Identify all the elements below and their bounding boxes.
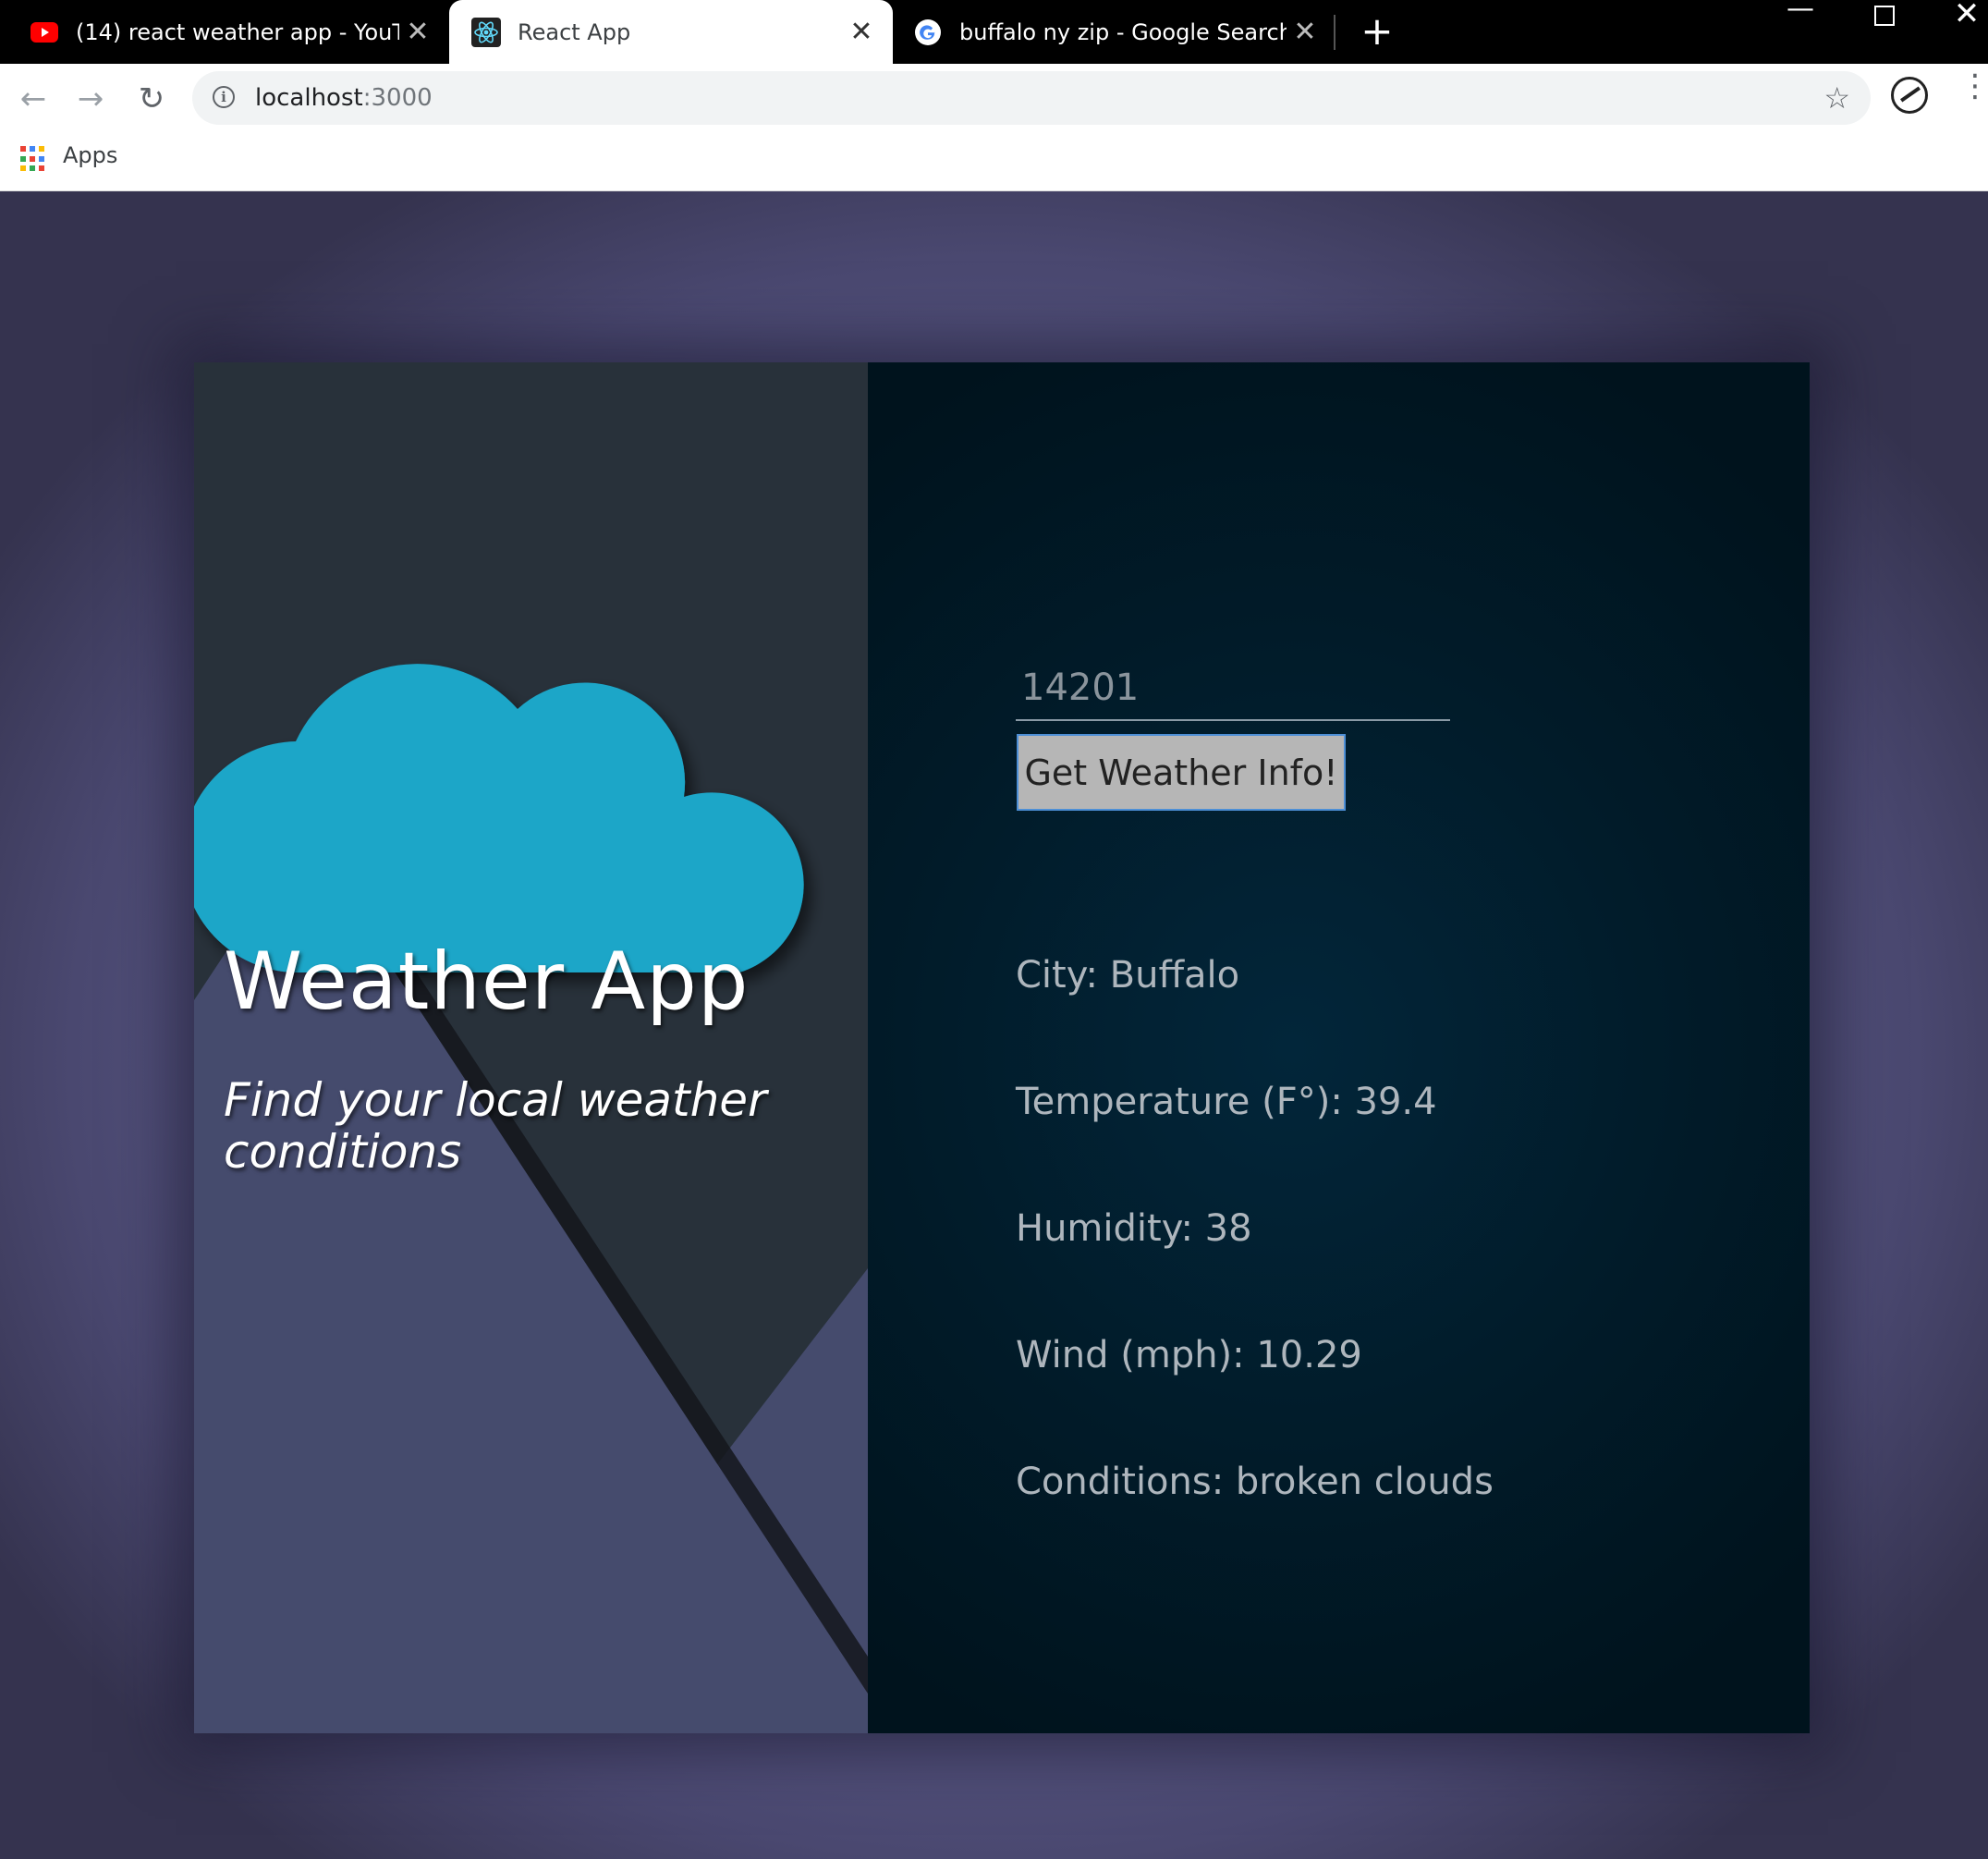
google-icon: [913, 18, 943, 47]
zip-code-input[interactable]: [1016, 656, 1450, 721]
close-icon[interactable]: ✕: [399, 16, 436, 48]
bookmark-star-icon[interactable]: ☆: [1823, 80, 1850, 116]
get-weather-button[interactable]: Get Weather Info!: [1017, 734, 1346, 811]
temperature-text: Temperature (F°): 39.4: [1016, 1081, 1437, 1123]
cloud-icon: [194, 664, 804, 973]
maximize-icon[interactable]: [1856, 0, 1911, 31]
form-panel: Get Weather Info! City: Buffalo Temperat…: [868, 362, 1810, 1733]
kebab-menu-icon[interactable]: ⋮: [1959, 70, 1988, 102]
tab-title: (14) react weather app - YouTube: [76, 18, 399, 45]
tab-bar: (14) react weather app - YouTube ✕ React…: [0, 0, 1988, 64]
url-port: :3000: [362, 84, 433, 112]
close-icon[interactable]: ✕: [1287, 16, 1323, 48]
new-tab-button[interactable]: +: [1359, 11, 1396, 52]
youtube-icon: [30, 18, 59, 47]
window-close-icon[interactable]: ✕: [1939, 0, 1988, 31]
tab-youtube[interactable]: (14) react weather app - YouTube ✕: [0, 0, 449, 64]
url-host: localhost: [255, 84, 363, 112]
browser-toolbar: ← → ↻ i localhost:3000 ☆ ⋮: [0, 64, 1988, 135]
react-icon: [471, 17, 501, 47]
tab-title: buffalo ny zip - Google Search: [959, 18, 1287, 45]
address-bar[interactable]: i localhost:3000 ☆: [192, 71, 1871, 125]
title-panel: Weather App Find your local weather cond…: [194, 362, 868, 1733]
close-icon[interactable]: ✕: [843, 16, 880, 48]
wind-text: Wind (mph): 10.29: [1016, 1334, 1362, 1376]
profile-avatar-icon[interactable]: [1891, 77, 1928, 114]
apps-bookmark[interactable]: Apps: [63, 142, 117, 168]
page-viewport: Weather App Find your local weather cond…: [0, 191, 1988, 1859]
tab-separator: [1334, 15, 1335, 50]
back-arrow-icon[interactable]: ←: [13, 79, 54, 119]
conditions-text: Conditions: broken clouds: [1016, 1461, 1494, 1503]
app-subtitle: Find your local weather conditions: [224, 1073, 767, 1179]
info-icon[interactable]: i: [213, 86, 235, 108]
weather-card: Weather App Find your local weather cond…: [194, 362, 1810, 1733]
url-text[interactable]: localhost:3000: [255, 84, 433, 112]
tab-title: React App: [518, 18, 631, 45]
tab-react-app[interactable]: React App ✕: [449, 0, 893, 64]
reload-icon[interactable]: ↻: [131, 79, 172, 119]
city-text: City: Buffalo: [1016, 954, 1240, 997]
app-title: Weather App: [224, 936, 750, 1028]
forward-arrow-icon[interactable]: →: [70, 79, 111, 119]
bookmarks-bar: Apps: [0, 135, 1988, 191]
mountain-cloud-illustration: [194, 664, 868, 1733]
humidity-text: Humidity: 38: [1016, 1207, 1252, 1250]
apps-grid-icon[interactable]: [20, 146, 46, 172]
tab-google-search[interactable]: buffalo ny zip - Google Search ✕: [893, 0, 1336, 64]
minimize-icon[interactable]: —: [1773, 0, 1828, 31]
